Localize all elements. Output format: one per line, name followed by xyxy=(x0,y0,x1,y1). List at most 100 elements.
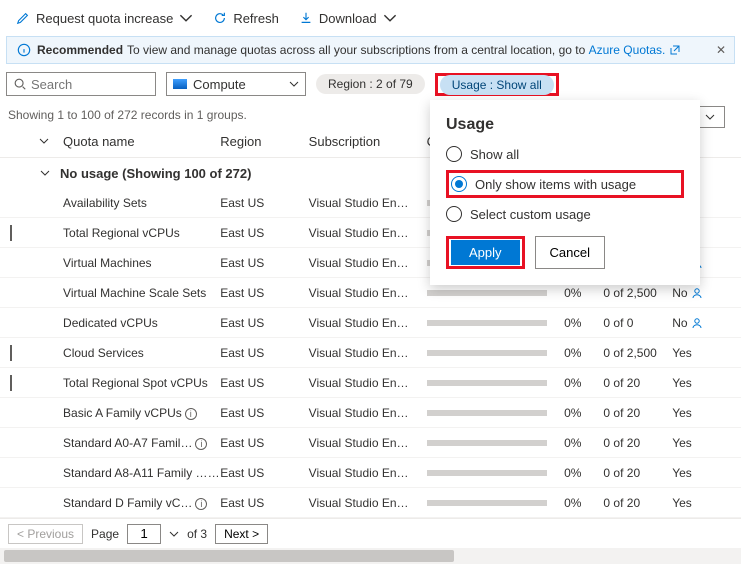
usage-pct: 0% xyxy=(564,406,603,420)
horizontal-scrollbar[interactable] xyxy=(0,548,741,564)
compute-icon xyxy=(173,79,187,89)
usage-pct: 0% xyxy=(564,316,603,330)
row-checkbox[interactable] xyxy=(10,225,12,241)
radio-show-all[interactable]: Show all xyxy=(446,146,684,162)
refresh-button[interactable]: Refresh xyxy=(205,7,287,30)
subscription-cell: Visual Studio En… xyxy=(309,226,427,240)
quota-name: Virtual Machines xyxy=(63,256,220,270)
quota-cell: 0 of 20 xyxy=(603,406,672,420)
usage-bar xyxy=(427,350,547,356)
chevron-down-icon[interactable] xyxy=(40,168,50,178)
page-label: Page xyxy=(91,527,119,541)
table-row[interactable]: Basic A Family vCPUsiEast USVisual Studi… xyxy=(0,398,741,428)
region-filter-pill[interactable]: Region : 2 of 79 xyxy=(316,74,425,94)
radio-only-usage-label: Only show items with usage xyxy=(475,177,636,192)
group-label: No usage (Showing 100 of 272) xyxy=(60,166,251,181)
quota-name: Virtual Machine Scale Sets xyxy=(63,286,220,300)
quota-name: Dedicated vCPUs xyxy=(63,316,220,330)
row-checkbox[interactable] xyxy=(10,345,12,361)
banner-close-button[interactable]: ✕ xyxy=(716,43,726,57)
pager: < Previous Page of 3 Next > xyxy=(0,518,741,548)
quota-name: Standard A0-A7 Famil…i xyxy=(63,436,220,450)
quota-name: Basic A Family vCPUsi xyxy=(63,406,220,420)
radio-custom[interactable]: Select custom usage xyxy=(446,206,684,222)
download-icon xyxy=(299,11,313,25)
recommendation-banner: Recommended To view and manage quotas ac… xyxy=(6,36,735,64)
chevron-down-icon xyxy=(705,112,715,122)
table-row[interactable]: Standard D Family vC…iEast USVisual Stud… xyxy=(0,488,741,518)
region-cell: East US xyxy=(220,376,308,390)
refresh-label: Refresh xyxy=(233,11,279,26)
adjustable-cell: Yes xyxy=(672,466,741,480)
table-row[interactable]: Standard A8-A11 Family …iEast USVisual S… xyxy=(0,458,741,488)
subscription-cell: Visual Studio En… xyxy=(309,406,427,420)
subscription-cell: Visual Studio En… xyxy=(309,466,427,480)
next-page-button[interactable]: Next > xyxy=(215,524,268,544)
person-icon xyxy=(691,287,703,299)
info-icon[interactable]: i xyxy=(185,408,197,420)
quota-name: Total Regional vCPUs xyxy=(63,226,220,240)
chevron-down-icon xyxy=(383,11,397,25)
region-cell: East US xyxy=(220,316,308,330)
adjustable-cell: Yes xyxy=(672,376,741,390)
row-checkbox[interactable] xyxy=(10,375,12,391)
region-cell: East US xyxy=(220,496,308,510)
usage-pct: 0% xyxy=(564,376,603,390)
banner-recommended: Recommended xyxy=(37,43,123,57)
subscription-cell: Visual Studio En… xyxy=(309,316,427,330)
usage-pct: 0% xyxy=(564,286,603,300)
external-link-icon xyxy=(669,44,681,56)
radio-only-usage[interactable]: Only show items with usage xyxy=(451,176,679,192)
usage-filter-pill[interactable]: Usage : Show all xyxy=(440,75,554,95)
quota-cell: 0 of 20 xyxy=(603,496,672,510)
region-cell: East US xyxy=(220,346,308,360)
subscription-cell: Visual Studio En… xyxy=(309,496,427,510)
provider-dropdown[interactable]: Compute xyxy=(166,72,306,96)
adjustable-cell: Yes xyxy=(672,406,741,420)
prev-page-button[interactable]: < Previous xyxy=(8,524,83,544)
apply-button[interactable]: Apply xyxy=(451,240,520,265)
filter-row: Compute Region : 2 of 79 Usage : Show al… xyxy=(0,64,741,104)
usage-pct: 0% xyxy=(564,496,603,510)
info-icon xyxy=(17,43,31,57)
col-subscription[interactable]: Subscription xyxy=(309,134,427,149)
request-quota-button[interactable]: Request quota increase xyxy=(8,7,201,30)
quota-name: Cloud Services xyxy=(63,346,220,360)
table-row[interactable]: Standard A0-A7 Famil…iEast USVisual Stud… xyxy=(0,428,741,458)
download-button[interactable]: Download xyxy=(291,7,405,30)
refresh-icon xyxy=(213,11,227,25)
quota-cell: 0 of 20 xyxy=(603,466,672,480)
command-bar: Request quota increase Refresh Download xyxy=(0,0,741,36)
provider-label: Compute xyxy=(193,77,246,92)
usage-bar xyxy=(427,290,547,296)
usage-bar xyxy=(427,500,547,506)
chevron-down-icon[interactable] xyxy=(169,529,179,539)
chevron-down-icon[interactable] xyxy=(39,136,49,146)
info-icon[interactable]: i xyxy=(211,468,221,480)
info-icon[interactable]: i xyxy=(195,498,207,510)
quota-cell: 0 of 20 xyxy=(603,436,672,450)
info-icon[interactable]: i xyxy=(195,438,207,450)
quota-cell: 0 of 2,500 xyxy=(603,346,672,360)
adjustable-cell: Yes xyxy=(672,346,741,360)
search-input[interactable] xyxy=(31,77,141,92)
table-row[interactable]: Cloud ServicesEast USVisual Studio En…0%… xyxy=(0,338,741,368)
col-region[interactable]: Region xyxy=(220,134,308,149)
quota-name: Availability Sets xyxy=(63,196,220,210)
region-cell: East US xyxy=(220,256,308,270)
azure-quotas-link[interactable]: Azure Quotas. xyxy=(589,43,666,57)
search-icon xyxy=(13,77,27,91)
subscription-cell: Visual Studio En… xyxy=(309,286,427,300)
region-cell: East US xyxy=(220,226,308,240)
page-input[interactable] xyxy=(127,524,161,544)
search-input-container[interactable] xyxy=(6,72,156,96)
table-row[interactable]: Total Regional Spot vCPUsEast USVisual S… xyxy=(0,368,741,398)
quota-name: Standard A8-A11 Family …i xyxy=(63,466,220,480)
table-row[interactable]: Dedicated vCPUsEast USVisual Studio En… 0… xyxy=(0,308,741,338)
col-quota-name[interactable]: Quota name xyxy=(63,134,220,149)
usage-filter-popup: Usage Show all Only show items with usag… xyxy=(430,100,700,285)
download-label: Download xyxy=(319,11,377,26)
cancel-button[interactable]: Cancel xyxy=(535,236,605,269)
radio-show-all-label: Show all xyxy=(470,147,519,162)
adjustable-cell: No xyxy=(672,316,741,330)
